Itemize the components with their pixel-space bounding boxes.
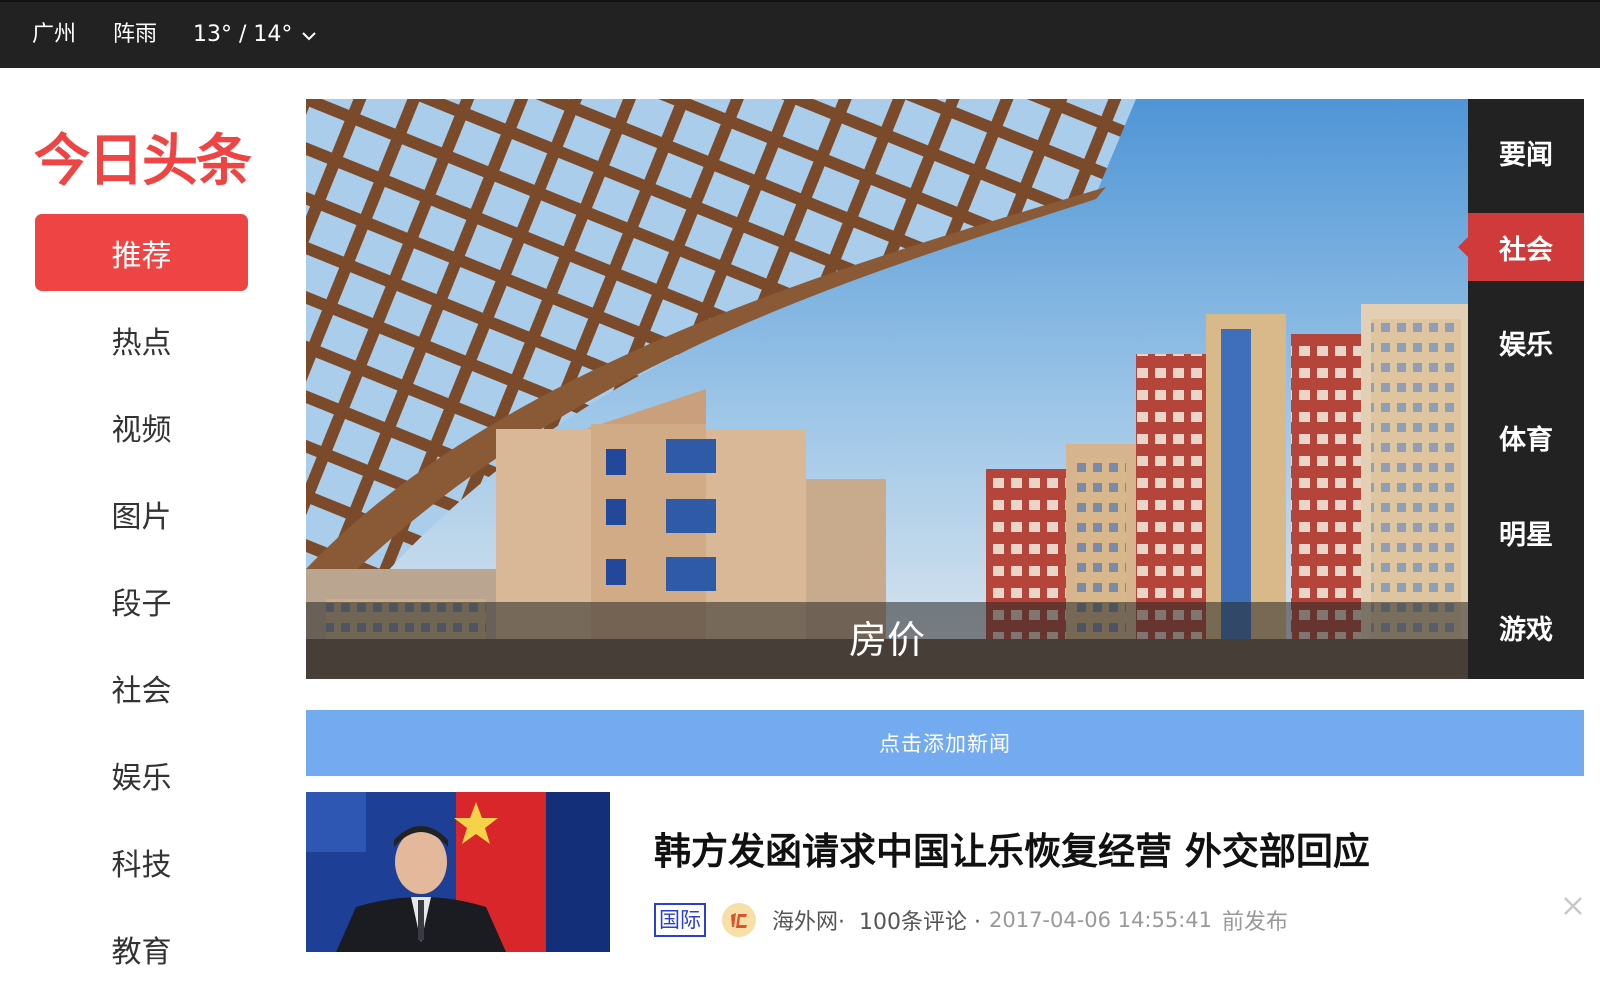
category-item-stars[interactable]: 明星 xyxy=(1468,498,1584,566)
source-avatar[interactable] xyxy=(722,903,756,937)
close-icon[interactable] xyxy=(1560,893,1586,919)
news-comments[interactable]: 100条评论 · xyxy=(859,904,981,936)
category-item-sports[interactable]: 体育 xyxy=(1468,403,1584,471)
category-item-entertainment[interactable]: 娱乐 xyxy=(1468,308,1584,376)
add-news-button[interactable]: 点击添加新闻 xyxy=(306,710,1584,776)
category-item-society[interactable]: 社会 xyxy=(1458,213,1584,281)
news-thumbnail[interactable] xyxy=(306,792,610,952)
news-tag[interactable]: 国际 xyxy=(654,903,706,937)
sidebar-item-education[interactable]: 教育 xyxy=(35,910,248,987)
sidebar-item-jokes[interactable]: 段子 xyxy=(35,562,248,639)
category-item-headlines[interactable]: 要闻 xyxy=(1468,118,1584,186)
weather-label: 阵雨 xyxy=(113,22,158,47)
news-time: 2017-04-06 14:55:41 xyxy=(988,908,1213,932)
sidebar-item-recommend[interactable]: 推荐 xyxy=(35,214,248,291)
news-source[interactable]: 海外网· xyxy=(772,904,845,936)
banner-carousel[interactable]: 房价 xyxy=(306,99,1468,679)
chevron-down-icon[interactable] xyxy=(299,26,319,46)
sidebar-item-tech[interactable]: 科技 xyxy=(35,823,248,900)
sidebar-nav: 推荐 热点 视频 图片 段子 社会 娱乐 科技 教育 xyxy=(35,214,248,997)
banner-caption-bar: 房价 xyxy=(306,602,1468,679)
sidebar-item-society[interactable]: 社会 xyxy=(35,649,248,726)
news-thumbnail-image xyxy=(306,792,610,952)
top-bar: 广州 阵雨 13° / 14° xyxy=(0,0,1600,68)
news-time-suffix: 前发布 xyxy=(1222,910,1289,935)
sidebar-item-entertainment[interactable]: 娱乐 xyxy=(35,736,248,813)
banner-image xyxy=(306,99,1468,679)
sidebar-item-images[interactable]: 图片 xyxy=(35,475,248,552)
sidebar-item-hot[interactable]: 热点 xyxy=(35,301,248,378)
news-meta: 国际 海外网· 100条评论 · 2017-04-06 14:55:41 前发布 xyxy=(654,902,1288,938)
category-panel: 要闻 社会 娱乐 体育 明星 游戏 xyxy=(1458,99,1584,679)
banner-caption[interactable]: 房价 xyxy=(306,618,1468,662)
sidebar-item-video[interactable]: 视频 xyxy=(35,388,248,465)
temperature-label: 13° / 14° xyxy=(193,22,293,47)
toutiao-logo[interactable]: 今日头条 xyxy=(30,120,255,198)
news-title[interactable]: 韩方发函请求中国让乐恢复经营 外交部回应 xyxy=(654,828,1370,876)
category-item-games[interactable]: 游戏 xyxy=(1468,593,1584,661)
city-label[interactable]: 广州 xyxy=(32,20,76,50)
logo-text: 今日头条 xyxy=(34,129,252,194)
